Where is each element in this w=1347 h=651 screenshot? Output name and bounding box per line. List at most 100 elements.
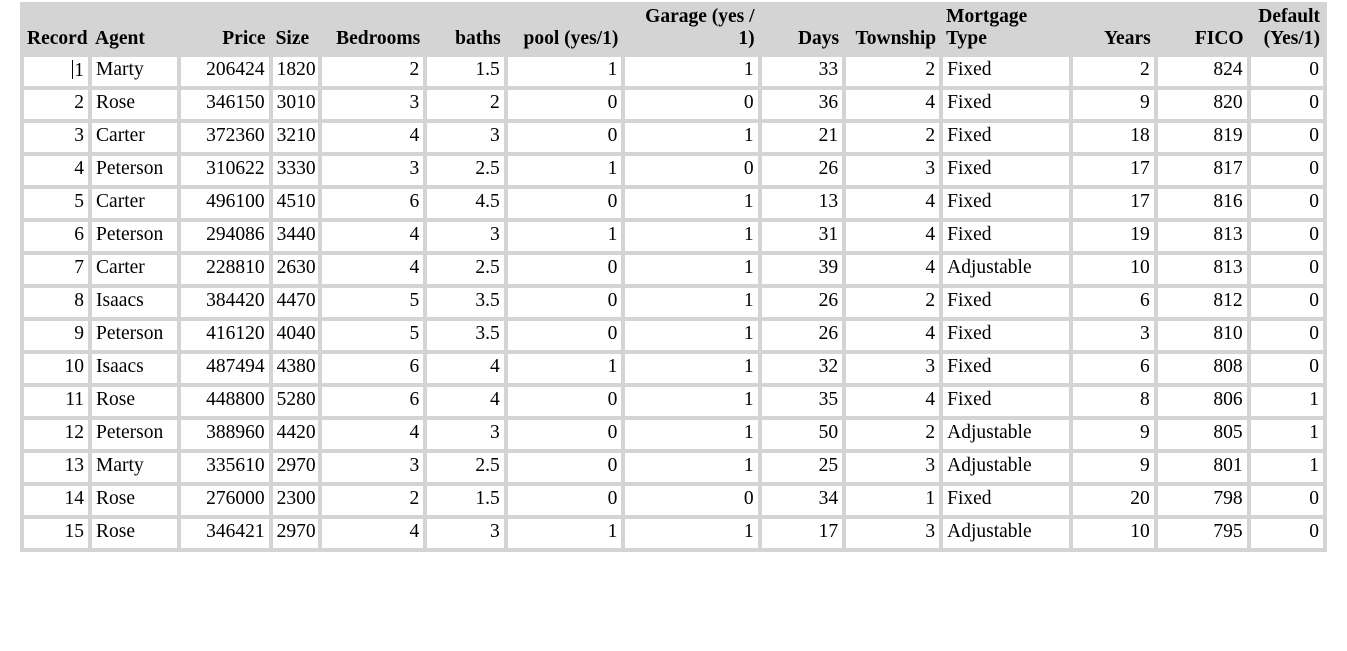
column-header-record[interactable]: Record bbox=[24, 6, 88, 53]
cell-mortgage[interactable]: Fixed bbox=[943, 56, 1070, 86]
table-row[interactable]: 2 Rose 346150 3010 3 2 0 0 36 4 Fixed 9 820 0 bbox=[24, 89, 1323, 119]
cell-years[interactable]: 10 bbox=[1073, 518, 1154, 548]
cell-baths[interactable]: 2 bbox=[427, 89, 504, 119]
cell-garage[interactable]: 1 bbox=[625, 254, 758, 284]
cell-record[interactable]: 12 bbox=[24, 419, 89, 449]
cell-baths[interactable]: 4 bbox=[427, 353, 504, 383]
cell-record[interactable]: 2 bbox=[24, 89, 89, 119]
column-header-size[interactable]: Size bbox=[273, 6, 318, 53]
cell-default[interactable]: 0 bbox=[1250, 221, 1323, 251]
cell-record[interactable]: 9 bbox=[24, 320, 89, 350]
cell-baths[interactable]: 3 bbox=[427, 221, 504, 251]
cell-days[interactable]: 34 bbox=[761, 485, 843, 515]
table-row[interactable]: 3 Carter 372360 3210 4 3 0 1 21 2 Fixed 18 819 0 bbox=[24, 122, 1323, 152]
cell-price[interactable]: 276000 bbox=[180, 485, 269, 515]
cell-days[interactable]: 17 bbox=[761, 518, 843, 548]
cell-agent[interactable]: Marty bbox=[92, 452, 177, 482]
cell-record[interactable]: 3 bbox=[24, 122, 89, 152]
cell-mortgage[interactable]: Fixed bbox=[943, 155, 1070, 185]
cell-price[interactable]: 206424 bbox=[180, 56, 269, 86]
cell-days[interactable]: 13 bbox=[761, 188, 843, 218]
cell-baths[interactable]: 3 bbox=[427, 419, 504, 449]
cell-pool[interactable]: 0 bbox=[507, 287, 622, 317]
cell-bedrooms[interactable]: 4 bbox=[322, 221, 424, 251]
cell-years[interactable]: 10 bbox=[1073, 254, 1154, 284]
cell-township[interactable]: 2 bbox=[846, 56, 940, 86]
cell-fico[interactable]: 810 bbox=[1157, 320, 1247, 350]
cell-garage[interactable]: 1 bbox=[625, 452, 758, 482]
cell-days[interactable]: 39 bbox=[761, 254, 843, 284]
cell-price[interactable]: 416120 bbox=[180, 320, 269, 350]
cell-agent[interactable]: Rose bbox=[92, 89, 177, 119]
cell-pool[interactable]: 0 bbox=[507, 452, 622, 482]
cell-garage[interactable]: 1 bbox=[625, 287, 758, 317]
cell-bedrooms[interactable]: 3 bbox=[322, 155, 424, 185]
cell-price[interactable]: 388960 bbox=[180, 419, 269, 449]
column-header-mortgage[interactable]: Mortgage Type bbox=[943, 6, 1069, 53]
cell-township[interactable]: 4 bbox=[846, 89, 940, 119]
cell-fico[interactable]: 813 bbox=[1157, 254, 1247, 284]
cell-size[interactable]: 4510 bbox=[272, 188, 319, 218]
cell-bedrooms[interactable]: 5 bbox=[322, 287, 424, 317]
cell-default[interactable]: 0 bbox=[1250, 254, 1323, 284]
cell-price[interactable]: 335610 bbox=[180, 452, 269, 482]
cell-fico[interactable]: 817 bbox=[1157, 155, 1247, 185]
cell-size[interactable]: 4040 bbox=[272, 320, 319, 350]
cell-record[interactable]: 8 bbox=[24, 287, 89, 317]
cell-fico[interactable]: 813 bbox=[1157, 221, 1247, 251]
cell-mortgage[interactable]: Adjustable bbox=[943, 518, 1070, 548]
cell-pool[interactable]: 1 bbox=[507, 56, 622, 86]
cell-fico[interactable]: 806 bbox=[1157, 386, 1247, 416]
cell-default[interactable]: 0 bbox=[1250, 353, 1323, 383]
cell-price[interactable]: 448800 bbox=[180, 386, 269, 416]
cell-years[interactable]: 17 bbox=[1073, 188, 1154, 218]
cell-default[interactable]: 0 bbox=[1250, 287, 1323, 317]
cell-price[interactable]: 384420 bbox=[180, 287, 269, 317]
cell-mortgage[interactable]: Fixed bbox=[943, 353, 1070, 383]
cell-agent[interactable]: Peterson bbox=[92, 221, 177, 251]
cell-pool[interactable]: 0 bbox=[507, 254, 622, 284]
table-row[interactable]: 1 Marty 206424 1820 2 1.5 1 1 33 2 Fixed 2 824 0 bbox=[24, 56, 1323, 86]
cell-size[interactable]: 2970 bbox=[272, 518, 319, 548]
cell-agent[interactable]: Isaacs bbox=[92, 353, 177, 383]
cell-record[interactable]: 7 bbox=[24, 254, 89, 284]
cell-days[interactable]: 32 bbox=[761, 353, 843, 383]
cell-price[interactable]: 496100 bbox=[180, 188, 269, 218]
cell-record[interactable]: 15 bbox=[24, 518, 89, 548]
cell-years[interactable]: 8 bbox=[1073, 386, 1154, 416]
table-row[interactable]: 15 Rose 346421 2970 4 3 1 1 17 3 Adjustable 10 795 0 bbox=[24, 518, 1323, 548]
cell-agent[interactable]: Carter bbox=[92, 122, 177, 152]
cell-days[interactable]: 50 bbox=[761, 419, 843, 449]
cell-default[interactable]: 0 bbox=[1250, 89, 1323, 119]
cell-price[interactable]: 346150 bbox=[180, 89, 269, 119]
cell-record[interactable]: 5 bbox=[24, 188, 89, 218]
cell-default[interactable]: 1 bbox=[1250, 386, 1323, 416]
cell-mortgage[interactable]: Fixed bbox=[943, 188, 1070, 218]
cell-township[interactable]: 1 bbox=[846, 485, 940, 515]
cell-days[interactable]: 21 bbox=[761, 122, 843, 152]
cell-bedrooms[interactable]: 4 bbox=[322, 419, 424, 449]
cell-days[interactable]: 25 bbox=[761, 452, 843, 482]
cell-days[interactable]: 26 bbox=[761, 320, 843, 350]
table-row[interactable]: 12 Peterson 388960 4420 4 3 0 1 50 2 Adjustable 9 80… bbox=[24, 419, 1323, 449]
cell-price[interactable]: 228810 bbox=[180, 254, 269, 284]
cell-bedrooms[interactable]: 6 bbox=[322, 188, 424, 218]
cell-garage[interactable]: 0 bbox=[625, 485, 758, 515]
column-header-township[interactable]: Township bbox=[846, 6, 939, 53]
table-row[interactable]: 9 Peterson 416120 4040 5 3.5 0 1 26 4 Fixed 3 810 0 bbox=[24, 320, 1323, 350]
cell-record[interactable]: 13 bbox=[24, 452, 89, 482]
cell-mortgage[interactable]: Adjustable bbox=[943, 452, 1070, 482]
cell-default[interactable]: 0 bbox=[1250, 518, 1323, 548]
cell-township[interactable]: 3 bbox=[846, 155, 940, 185]
cell-days[interactable]: 26 bbox=[761, 155, 843, 185]
cell-default[interactable]: 0 bbox=[1250, 485, 1323, 515]
cell-years[interactable]: 17 bbox=[1073, 155, 1154, 185]
cell-years[interactable]: 2 bbox=[1073, 56, 1154, 86]
cell-days[interactable]: 31 bbox=[761, 221, 843, 251]
cell-record[interactable]: 11 bbox=[24, 386, 89, 416]
cell-years[interactable]: 6 bbox=[1073, 353, 1154, 383]
table-row[interactable]: 5 Carter 496100 4510 6 4.5 0 1 13 4 Fixed 17 816 0 bbox=[24, 188, 1323, 218]
cell-baths[interactable]: 4 bbox=[427, 386, 504, 416]
cell-agent[interactable]: Peterson bbox=[92, 320, 177, 350]
cell-pool[interactable]: 1 bbox=[507, 155, 622, 185]
